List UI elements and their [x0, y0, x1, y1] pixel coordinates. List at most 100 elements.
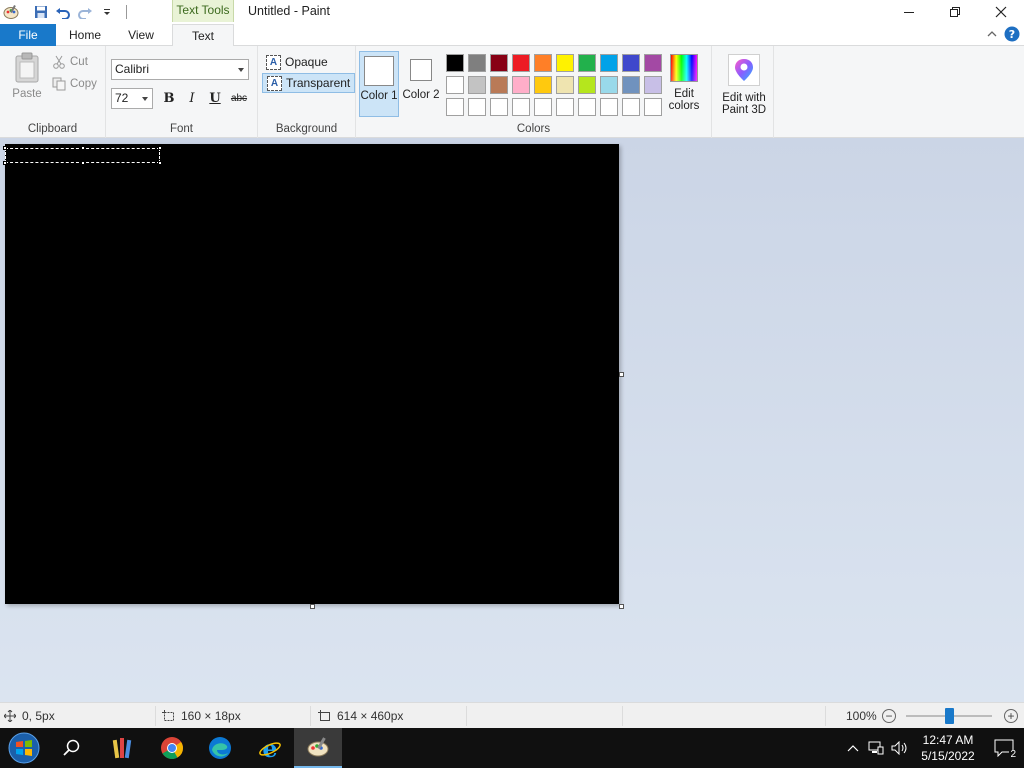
palette-color-swatch[interactable] [444, 96, 466, 118]
zoom-in-button[interactable]: + [1004, 709, 1018, 723]
cut-button[interactable]: Cut [52, 52, 88, 72]
color-2-label: Color 2 [402, 89, 440, 101]
palette-color-swatch[interactable] [598, 96, 620, 118]
tab-home[interactable]: Home [60, 24, 110, 46]
palette-color-swatch[interactable] [466, 74, 488, 96]
palette-color-swatch[interactable] [510, 52, 532, 74]
start-button[interactable] [0, 728, 48, 768]
italic-button[interactable]: I [183, 90, 201, 108]
edit-colors-button[interactable]: Edit colors [664, 52, 704, 112]
edit-colors-label: Edit colors [668, 88, 700, 112]
palette-color-swatch[interactable] [554, 52, 576, 74]
minimize-button[interactable] [886, 0, 932, 24]
palette-color-swatch[interactable] [532, 52, 554, 74]
font-size-select[interactable]: 72 [111, 88, 153, 109]
palette-color-fill [622, 76, 640, 94]
palette-color-swatch[interactable] [576, 52, 598, 74]
canvas-resize-handle-bottom[interactable] [310, 604, 315, 609]
text-box-handle[interactable] [81, 161, 85, 165]
palette-color-fill [490, 54, 508, 72]
paste-button[interactable]: Paste [8, 52, 46, 110]
tab-text[interactable]: Text [172, 24, 234, 47]
palette-color-swatch[interactable] [642, 52, 664, 74]
taskbar-app-edge[interactable] [196, 728, 244, 768]
action-center-button[interactable]: 2 [984, 728, 1024, 768]
palette-color-swatch[interactable] [598, 74, 620, 96]
close-button[interactable] [978, 0, 1024, 24]
minimize-icon [904, 12, 914, 13]
undo-icon[interactable] [52, 1, 74, 23]
customize-toolbar-chevron-icon[interactable] [96, 1, 118, 23]
search-button[interactable] [48, 728, 96, 768]
color-2-button[interactable]: Color 2 [401, 51, 441, 117]
palette-color-swatch[interactable] [554, 74, 576, 96]
underline-button[interactable]: U [206, 90, 224, 108]
zoom-out-button[interactable]: − [882, 709, 896, 723]
edge-icon [209, 737, 231, 759]
edit-with-paint3d-button[interactable]: Edit with Paint 3D [716, 52, 772, 116]
text-box-handle[interactable] [158, 146, 162, 150]
text-box-handle[interactable] [3, 146, 7, 150]
restore-button[interactable] [932, 0, 978, 24]
canvas-resize-handle-corner[interactable] [619, 604, 624, 609]
font-size-value: 72 [115, 91, 129, 105]
transparent-option[interactable]: A Transparent [262, 73, 356, 93]
palette-color-swatch[interactable] [444, 74, 466, 96]
palette-color-fill [446, 54, 464, 72]
palette-color-swatch[interactable] [510, 74, 532, 96]
palette-color-swatch[interactable] [466, 52, 488, 74]
palette-color-swatch[interactable] [642, 96, 664, 118]
chevron-down-icon [142, 97, 148, 101]
palette-color-swatch[interactable] [510, 96, 532, 118]
clock-date: 5/15/2022 [921, 749, 975, 763]
palette-color-swatch[interactable] [554, 96, 576, 118]
palette-color-fill [446, 76, 464, 94]
paste-label: Paste [12, 88, 42, 100]
palette-color-swatch[interactable] [532, 74, 554, 96]
taskbar-clock[interactable]: 12:47 AM 5/15/2022 [912, 732, 984, 764]
palette-color-swatch[interactable] [576, 74, 598, 96]
palette-color-swatch[interactable] [532, 96, 554, 118]
taskbar-app-paint[interactable] [294, 728, 342, 768]
opaque-option[interactable]: A Opaque [262, 52, 332, 72]
canvas-resize-handle-right[interactable] [619, 372, 624, 377]
taskbar-app-pencils[interactable] [98, 728, 146, 768]
palette-color-swatch[interactable] [488, 74, 510, 96]
palette-color-swatch[interactable] [598, 52, 620, 74]
zoom-slider-thumb[interactable] [945, 708, 954, 724]
palette-color-swatch[interactable] [488, 52, 510, 74]
palette-color-swatch[interactable] [642, 74, 664, 96]
text-input-box[interactable] [3, 146, 162, 165]
palette-color-swatch[interactable] [620, 52, 642, 74]
font-family-select[interactable]: Calibri [111, 59, 249, 80]
save-icon[interactable] [30, 1, 52, 23]
strikethrough-button[interactable]: abc [228, 90, 250, 108]
color-1-button[interactable]: Color 1 [359, 51, 399, 117]
colors-group-label: Colors [516, 123, 551, 135]
copy-button[interactable]: Copy [52, 74, 97, 94]
show-hidden-icons-button[interactable] [842, 744, 864, 752]
palette-color-fill [512, 76, 530, 94]
help-icon[interactable]: ? [1004, 26, 1020, 42]
palette-color-swatch[interactable] [620, 96, 642, 118]
opaque-icon: A [266, 54, 281, 70]
minimize-ribbon-chevron-icon[interactable] [986, 28, 998, 40]
volume-button[interactable] [888, 741, 912, 755]
palette-color-swatch[interactable] [488, 96, 510, 118]
palette-color-swatch[interactable] [620, 74, 642, 96]
text-box-handle[interactable] [3, 161, 7, 165]
drawing-canvas[interactable] [3, 144, 619, 604]
taskbar-app-chrome[interactable] [148, 728, 196, 768]
text-box-handle[interactable] [158, 161, 162, 165]
tab-file[interactable]: File [0, 24, 56, 46]
palette-color-swatch[interactable] [466, 96, 488, 118]
network-button[interactable] [864, 741, 888, 755]
bold-button[interactable]: B [160, 90, 178, 108]
tab-view[interactable]: View [116, 24, 166, 46]
taskbar-app-internet-explorer[interactable]: e [246, 728, 294, 768]
text-box-handle[interactable] [81, 146, 85, 150]
palette-color-swatch[interactable] [444, 52, 466, 74]
palette-color-swatch[interactable] [576, 96, 598, 118]
redo-icon[interactable] [74, 1, 96, 23]
paint-app-icon[interactable] [0, 1, 22, 23]
